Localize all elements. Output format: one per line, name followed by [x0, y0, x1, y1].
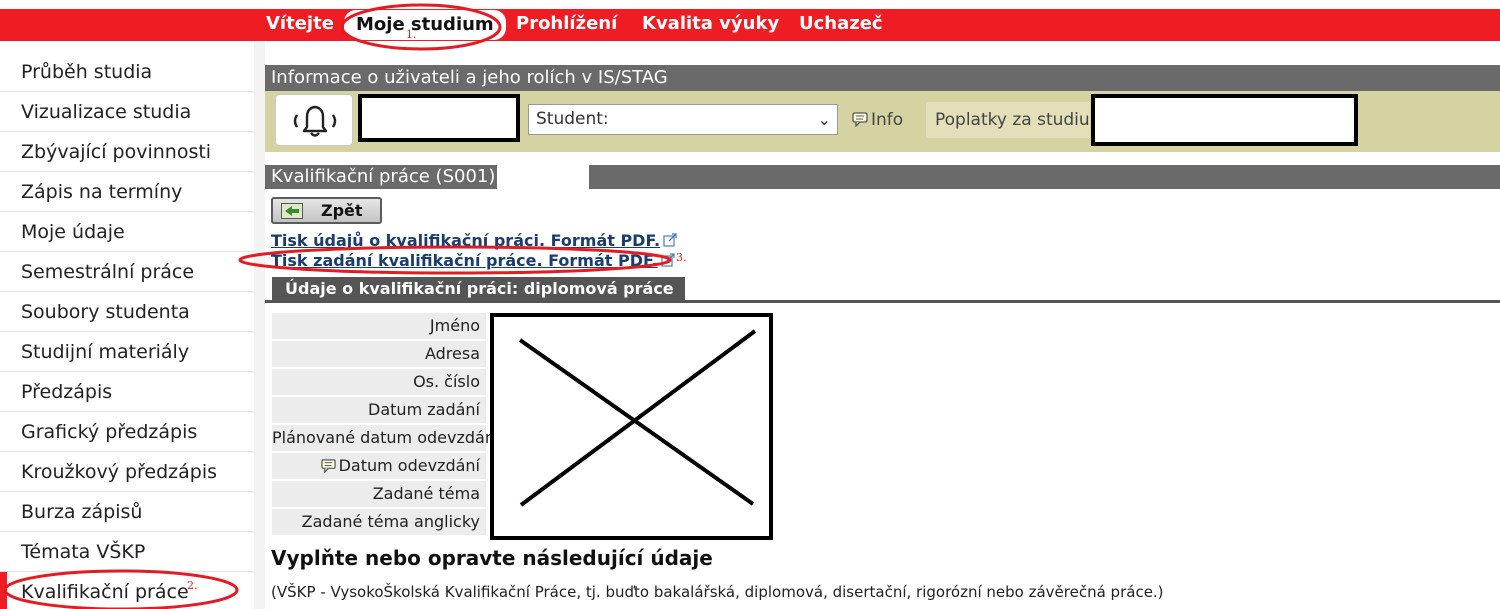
external-link-icon: [663, 233, 677, 247]
sidebar-item-zapis-na-terminy[interactable]: Zápis na termíny: [0, 172, 254, 212]
nav-item-uchazec[interactable]: Uchazeč: [799, 13, 883, 34]
field-label-os-cislo: Os. číslo: [272, 369, 486, 395]
thesis-section-title: Kvalifikační práce (S001) -: [265, 165, 1500, 189]
redacted-values-box: [490, 313, 773, 540]
fees-label[interactable]: Poplatky za studium: [926, 102, 1106, 138]
sidebar-item-temata-vskp[interactable]: Témata VŠKP: [0, 532, 254, 572]
field-label-jmeno: Jméno: [272, 313, 486, 339]
user-name-redacted: [358, 94, 520, 142]
thesis-title-redacted: [497, 165, 589, 189]
page-root: Vítejte Moje studium Prohlížení Kvalita …: [0, 0, 1500, 609]
bell-icon: [293, 105, 337, 137]
role-select-value: Student:: [536, 109, 609, 129]
fees-value-redacted: [1091, 94, 1358, 146]
sidebar-item-soubory-studenta[interactable]: Soubory studenta: [0, 292, 254, 332]
field-label-datum-odevzdani: Datum odevzdání: [272, 453, 486, 479]
sidebar-item-graficky-predzapis[interactable]: Grafický předzápis: [0, 412, 254, 452]
sidebar-item-krouzkovy-predzapis[interactable]: Kroužkový předzápis: [0, 452, 254, 492]
top-nav: Vítejte Moje studium Prohlížení Kvalita …: [0, 9, 1500, 41]
nav-item-moje-studium[interactable]: Moje studium: [344, 10, 506, 40]
nav-item-prohlizeni[interactable]: Prohlížení: [516, 13, 617, 34]
info-link[interactable]: Info: [852, 110, 903, 130]
field-label-adresa: Adresa: [272, 341, 486, 367]
sidebar-item-semestralni-prace[interactable]: Semestrální práce: [0, 252, 254, 292]
annotation-label-1: 1.: [406, 28, 417, 41]
sidebar: Průběh studia Vizualizace studia Zbývají…: [0, 52, 254, 609]
nav-item-vitejte[interactable]: Vítejte: [266, 13, 334, 34]
sidebar-item-moje-udaje[interactable]: Moje údaje: [0, 212, 254, 252]
sidebar-item-kvalifikacni-prace[interactable]: Kvalifikační práce: [0, 572, 254, 609]
annotation-label-2: 2.: [187, 579, 198, 592]
thesis-details-tab[interactable]: Údaje o kvalifikační práci: diplomová pr…: [272, 277, 685, 301]
sidebar-item-vizualizace-studia[interactable]: Vizualizace studia: [0, 92, 254, 132]
external-link-icon: [661, 253, 675, 267]
annotation-label-3: 3.: [676, 251, 687, 264]
cross-mark: [518, 329, 757, 507]
print-assignment-label: Tisk zadání kvalifikační práce. Formát P…: [271, 251, 658, 270]
sidebar-item-predzapis[interactable]: Předzápis: [0, 372, 254, 412]
comment-icon[interactable]: [320, 458, 336, 474]
nav-spacer: [0, 41, 1500, 52]
sidebar-item-burza-zapisu[interactable]: Burza zápisů: [0, 492, 254, 532]
sidebar-item-studijni-materialy[interactable]: Studijní materiály: [0, 332, 254, 372]
print-thesis-data-label: Tisk údajů o kvalifikační práci. Formát …: [271, 231, 661, 250]
info-label: Info: [871, 110, 904, 130]
role-select[interactable]: Student: ⌄: [528, 104, 838, 135]
sidebar-item-prubeh-studia[interactable]: Průběh studia: [0, 52, 254, 92]
sidebar-item-zbyvajici-povinnosti[interactable]: Zbývající povinnosti: [0, 132, 254, 172]
tab-underline: [265, 300, 1500, 303]
print-thesis-data-link[interactable]: Tisk údajů o kvalifikační práci. Formát …: [271, 231, 677, 250]
back-button-label: Zpět: [321, 201, 363, 220]
user-section-title: Informace o uživateli a jeho rolích v IS…: [265, 65, 1500, 91]
nav-item-kvalita-vyuky[interactable]: Kvalita výuky: [642, 13, 779, 34]
fill-form-heading: Vyplňte nebo opravte následující údaje: [271, 546, 713, 570]
comment-icon: [852, 112, 868, 128]
vskp-note: (VŠKP - VysokoŠkolská Kvalifikační Práce…: [271, 583, 1164, 601]
field-label-datum-zadani: Datum zadání: [272, 397, 486, 423]
back-button[interactable]: Zpět: [271, 197, 382, 224]
print-assignment-link[interactable]: Tisk zadání kvalifikační práce. Formát P…: [271, 251, 675, 270]
chevron-down-icon: ⌄: [817, 110, 831, 129]
field-label-zadane-tema: Zadané téma: [272, 481, 486, 507]
sidebar-divider: [254, 41, 265, 609]
notifications-button[interactable]: [275, 94, 353, 146]
field-label-zadane-tema-anglicky: Zadané téma anglicky: [272, 509, 486, 535]
field-label-planovane-datum-odevzdani: Plánované datum odevzdání: [272, 425, 499, 451]
arrow-left-icon: [281, 203, 303, 219]
field-label-datum-odevzdani-text: Datum odevzdání: [338, 456, 480, 475]
thesis-title: Kvalifikační práce (S001) -: [271, 166, 508, 187]
